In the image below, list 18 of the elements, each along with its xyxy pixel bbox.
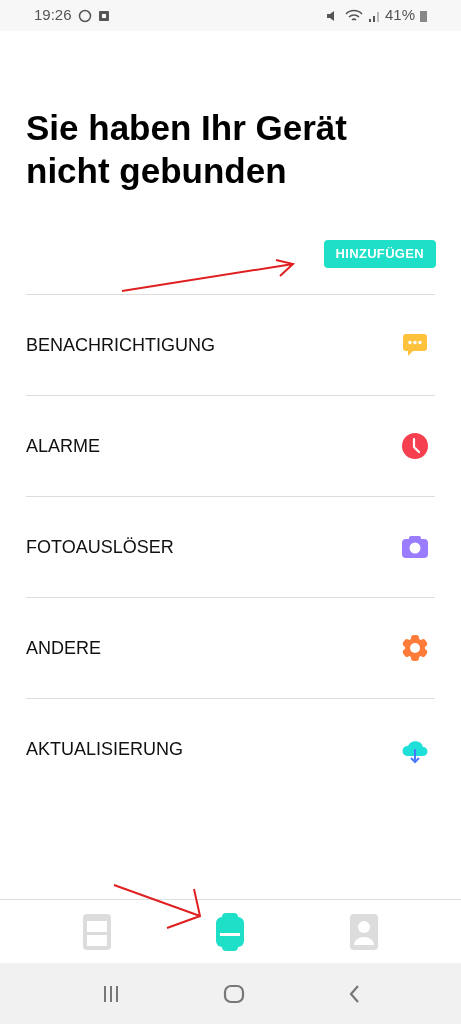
status-time: 19:26: [34, 5, 72, 26]
menu-item-label[interactable]: BENACHRICHTIGUNG: [26, 331, 215, 359]
back-icon[interactable]: [347, 983, 360, 1004]
menu-item-label[interactable]: FOTOAUSLÖSER: [26, 533, 174, 561]
battery-icon: [420, 9, 427, 22]
menu-item-label[interactable]: AKTUALISIERUNG: [26, 736, 184, 763]
signal-icon: [367, 9, 380, 22]
menu-item-label[interactable]: ALARME: [26, 432, 101, 460]
message-icon: [401, 331, 429, 359]
page-title: Sie haben Ihr Gerät nicht gebunden: [25, 107, 348, 192]
menu-item-label[interactable]: ANDERE: [26, 634, 101, 662]
home-icon[interactable]: [222, 983, 245, 1004]
battery-level: 41%: [384, 5, 415, 26]
gear-icon: [401, 634, 429, 662]
recent-apps-icon[interactable]: [101, 984, 120, 1003]
clock-icon: [401, 432, 429, 460]
camera-icon: [401, 533, 429, 561]
wifi-icon: [344, 9, 363, 22]
